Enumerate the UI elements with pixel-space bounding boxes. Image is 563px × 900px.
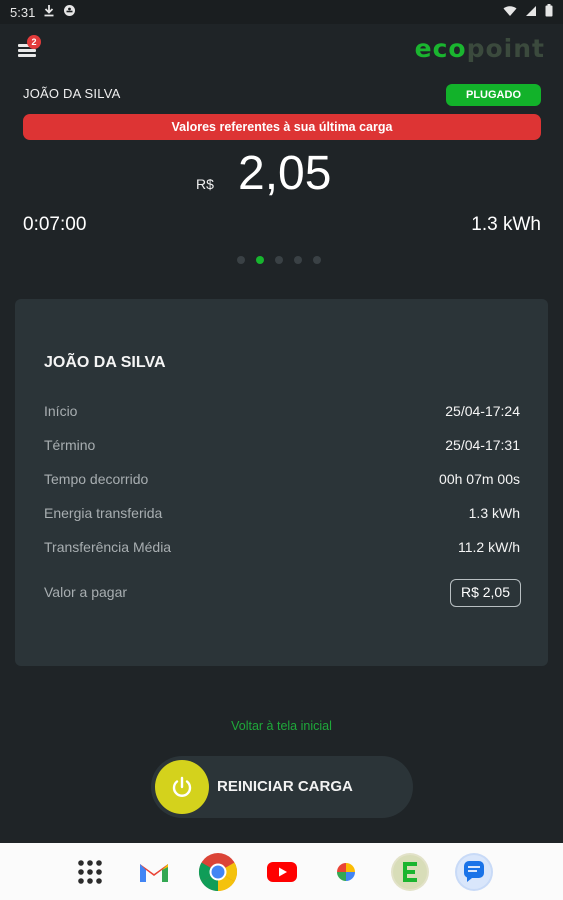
page-dot[interactable] — [313, 256, 321, 264]
card-title: JOÃO DA SILVA — [44, 354, 166, 371]
notification-badge: 2 — [27, 35, 41, 49]
app-notification-icon — [63, 4, 76, 20]
currency-symbol: R$ — [196, 176, 214, 192]
page-dot[interactable] — [256, 256, 264, 264]
elapsed-time: 0:07:00 — [23, 214, 87, 235]
user-name: JOÃO DA SILVA — [23, 86, 121, 101]
status-time: 5:31 — [10, 4, 36, 20]
detail-label: Energia transferida — [44, 505, 163, 521]
app-dock — [0, 843, 563, 900]
gmail-icon[interactable] — [132, 850, 176, 894]
detail-row-pay: Valor a pagar — [44, 584, 520, 604]
youtube-icon[interactable] — [260, 850, 304, 894]
detail-value: 00h 07m 00s — [439, 471, 520, 487]
detail-label: Transferência Média — [44, 539, 172, 555]
restart-charge-button[interactable]: REINICIAR CARGA — [151, 756, 413, 818]
detail-row-elapsed: Tempo decorrido 00h 07m 00s — [44, 471, 520, 491]
restart-label: REINICIAR CARGA — [217, 778, 353, 795]
detail-label: Tempo decorrido — [44, 471, 149, 487]
apps-grid-icon[interactable] — [68, 850, 112, 894]
status-badge: PLUGADO — [446, 84, 541, 106]
detail-value: 1.3 kWh — [468, 505, 520, 521]
charge-summary-card: JOÃO DA SILVA Início 25/04-17:24 Término… — [15, 299, 548, 666]
detail-label: Início — [44, 403, 78, 419]
logo-eco: eco — [414, 34, 467, 63]
detail-label: Término — [44, 437, 96, 453]
battery-icon — [545, 4, 553, 20]
photos-icon[interactable] — [324, 850, 368, 894]
detail-value: 11.2 kW/h — [458, 539, 520, 555]
detail-value: 25/04-17:31 — [445, 437, 520, 453]
detail-value: 25/04-17:24 — [445, 403, 520, 419]
pay-label: Valor a pagar — [44, 584, 128, 600]
download-icon — [43, 4, 55, 20]
power-icon — [155, 760, 209, 814]
back-home-link[interactable]: Voltar à tela inicial — [0, 719, 563, 733]
page-dot[interactable] — [275, 256, 283, 264]
last-charge-alert: Valores referentes à sua última carga — [23, 114, 541, 140]
signal-icon — [525, 5, 537, 20]
hamburger-icon-bar — [18, 49, 36, 52]
charge-amount: 2,05 — [238, 147, 332, 200]
page-dot[interactable] — [294, 256, 302, 264]
chrome-icon[interactable] — [196, 850, 240, 894]
wifi-icon — [503, 5, 517, 20]
page-dot[interactable] — [237, 256, 245, 264]
messages-icon[interactable] — [452, 850, 496, 894]
ecopoint-logo: ecopoint — [415, 34, 545, 63]
ecopoint-app-icon[interactable] — [388, 850, 432, 894]
logo-point: point — [466, 34, 545, 63]
detail-row-average: Transferência Média 11.2 kW/h — [44, 539, 520, 559]
hamburger-icon-bar — [18, 54, 36, 57]
top-bar: 2 ecopoint — [0, 30, 563, 70]
detail-row-end: Término 25/04-17:31 — [44, 437, 520, 457]
detail-row-energy: Energia transferida 1.3 kWh — [44, 505, 520, 525]
detail-row-start: Início 25/04-17:24 — [44, 403, 520, 423]
pay-amount-box: R$ 2,05 — [450, 579, 521, 607]
energy-delivered: 1.3 kWh — [471, 214, 541, 235]
page-indicator[interactable] — [237, 256, 321, 264]
menu-button[interactable]: 2 — [16, 35, 41, 60]
status-bar: 5:31 — [0, 0, 563, 24]
